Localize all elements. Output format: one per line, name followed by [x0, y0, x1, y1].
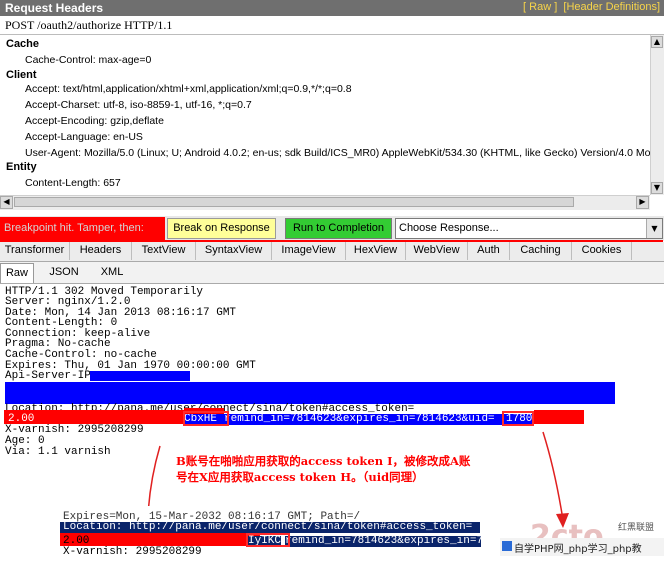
- redaction-block: [60, 533, 260, 546]
- annotation-arrows: [142, 431, 569, 528]
- inset-token-rest: remind_in=7814623&expires_in=7814623&uid…: [285, 536, 481, 547]
- arrow-left: [147, 445, 161, 516]
- watermark-logo-text: 红黑联盟: [618, 523, 655, 533]
- watermark-square-icon: [502, 541, 512, 551]
- arrow-right: [542, 431, 564, 521]
- highlight-box: [246, 533, 290, 547]
- inset-location: Location: http://pana.me/user/connect/si…: [63, 521, 473, 533]
- watermark-text: 自学PHP网_php学习_php教: [514, 544, 642, 555]
- inset-varnish: X-varnish: 2995208299: [63, 546, 202, 558]
